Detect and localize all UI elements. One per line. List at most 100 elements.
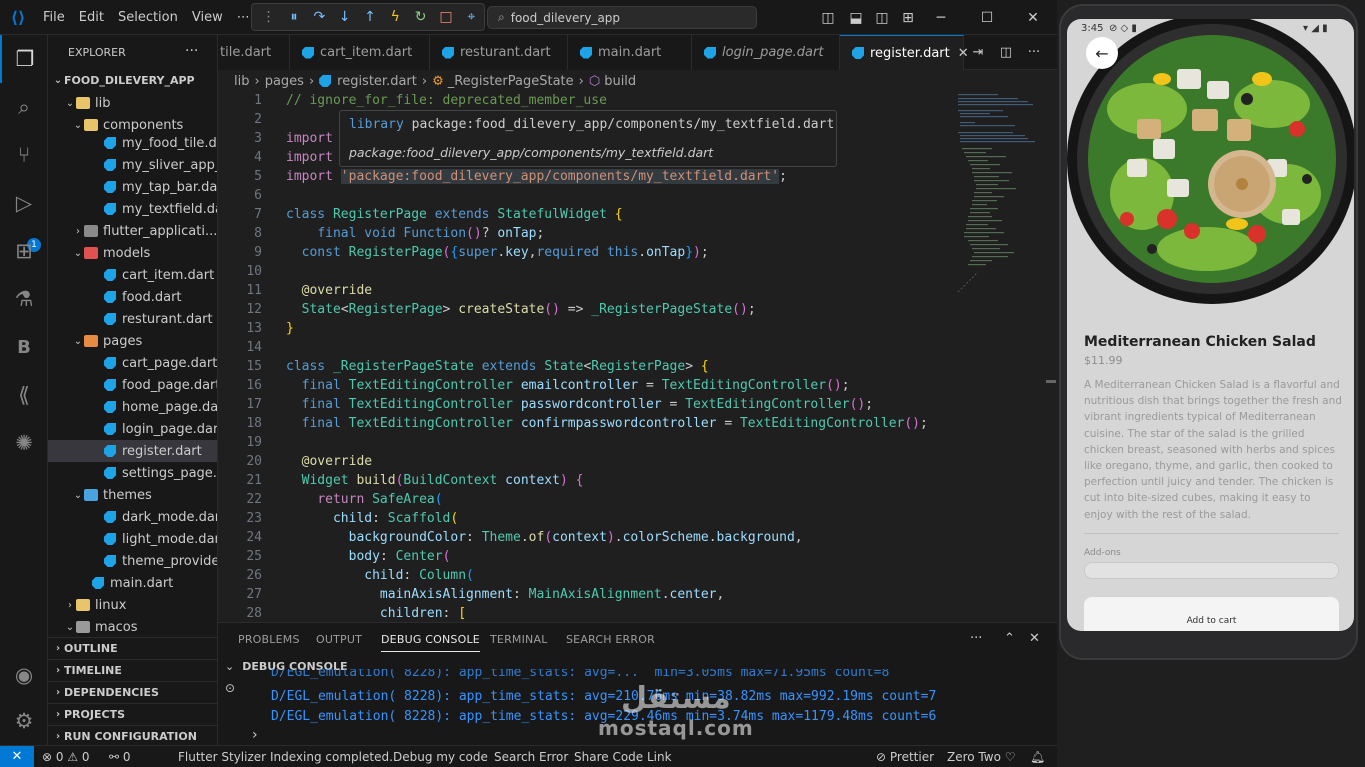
tree-file-selected[interactable]: register.dart xyxy=(48,440,217,462)
menu-file[interactable]: File xyxy=(36,10,72,25)
prettier-status[interactable]: ⊘ Prettier xyxy=(876,750,934,764)
account-icon[interactable]: ◉ xyxy=(0,651,48,699)
open-changes-icon[interactable]: ⇥ xyxy=(964,35,992,69)
split-editor-icon[interactable]: ◫ xyxy=(992,35,1020,69)
editor-more-icon[interactable]: ··· xyxy=(1020,35,1048,69)
section-projects[interactable]: › PROJECTS xyxy=(48,703,217,725)
flutter-icon[interactable]: ⟪ xyxy=(0,371,48,419)
settings-gear-icon[interactable]: ⚙ xyxy=(0,697,48,745)
tree-file[interactable]: my_textfield.dart xyxy=(48,198,217,220)
stop-icon[interactable]: □ xyxy=(433,9,458,25)
tab-terminal[interactable]: TERMINAL xyxy=(490,633,548,646)
scrollbar-thumb[interactable] xyxy=(1046,380,1056,383)
search-icon[interactable]: ⌕ xyxy=(0,83,48,131)
ports-count[interactable]: ⚯ 0 xyxy=(109,750,131,764)
remote-indicator[interactable]: ✕ xyxy=(0,746,34,767)
tree-file[interactable]: cart_page.dart xyxy=(48,352,217,374)
tab-main[interactable]: main.dart xyxy=(568,35,692,70)
tab-cart-item[interactable]: cart_item.dart xyxy=(290,35,430,70)
add-to-cart-button[interactable]: Add to cart xyxy=(1084,597,1339,631)
minimap[interactable] xyxy=(948,92,1048,622)
tree-file[interactable]: settings_page.... xyxy=(48,462,217,484)
tree-folder-linux[interactable]: › linux xyxy=(48,594,217,616)
pause-icon[interactable]: ⏸ xyxy=(281,9,306,25)
status-flutter-stylizer[interactable]: Flutter Stylizer xyxy=(178,750,266,764)
notifications-bell-icon[interactable]: 🔔︎ xyxy=(1030,750,1045,764)
testing-icon[interactable]: ⚗ xyxy=(0,275,48,323)
status-debug-my-code[interactable]: Debug my code xyxy=(393,750,488,764)
tab-login-page[interactable]: login_page.dart xyxy=(692,35,840,70)
tree-file[interactable]: dark_mode.dart xyxy=(48,506,217,528)
status-share-code[interactable]: Share Code Link xyxy=(574,750,672,764)
tree-file[interactable]: food_page.dart xyxy=(48,374,217,396)
bookmark-b-icon[interactable]: B xyxy=(0,323,48,371)
tree-file[interactable]: my_tap_bar.dart xyxy=(48,176,217,198)
code-editor[interactable]: 1 2 3 4 5 6 7 8 9 10 11 12 13 14 15 16 17 18 19 20 21 22 23 24 2… xyxy=(218,92,1057,622)
tree-file[interactable]: light_mode.dart xyxy=(48,528,217,550)
tree-folder-pages[interactable]: ⌄ pages xyxy=(48,330,217,352)
step-out-icon[interactable]: ↑ xyxy=(357,9,382,25)
maximize-button[interactable]: ☐ xyxy=(964,0,1010,35)
tree-file[interactable]: main.dart xyxy=(48,572,217,594)
drag-handle-icon[interactable]: ⋮ xyxy=(256,9,281,25)
tab-search-error[interactable]: SEARCH ERROR xyxy=(566,633,655,646)
source-control-icon[interactable]: ⑂ xyxy=(0,131,48,179)
tab-register[interactable]: register.dart ✕ xyxy=(840,35,969,70)
tree-file[interactable]: home_page.dart xyxy=(48,396,217,418)
tab-tile[interactable]: tile.dart xyxy=(218,35,290,70)
breadcrumb-file[interactable]: register.dart xyxy=(337,74,417,89)
tree-file[interactable]: my_sliver_app_... xyxy=(48,154,217,176)
tree-file[interactable]: resturant.dart xyxy=(48,308,217,330)
tree-folder-lib[interactable]: ⌄ lib xyxy=(48,92,217,114)
status-search-error[interactable]: Search Error xyxy=(494,750,568,764)
tree-file[interactable]: login_page.dart xyxy=(48,418,217,440)
tree-folder-flutter[interactable]: › flutter_applicati... xyxy=(48,220,217,242)
breadcrumb-pages[interactable]: pages xyxy=(265,74,304,89)
inspect-icon[interactable]: ⌖ xyxy=(459,9,484,25)
chatgpt-icon[interactable]: ✺ xyxy=(0,419,48,467)
tree-file[interactable]: my_food_tile.d... xyxy=(48,132,217,154)
step-over-icon[interactable]: ↷ xyxy=(307,9,332,25)
explorer-root[interactable]: ⌄ FOOD_DILEVERY_APP xyxy=(48,69,217,91)
breadcrumb-class[interactable]: _RegisterPageState xyxy=(448,74,574,89)
minimize-button[interactable]: ─ xyxy=(918,0,964,35)
tab-problems[interactable]: PROBLEMS xyxy=(238,633,300,646)
section-run-configuration[interactable]: › RUN CONFIGURATION xyxy=(48,725,217,745)
pin-icon[interactable]: ⊙ xyxy=(225,681,235,695)
menu-selection[interactable]: Selection xyxy=(111,10,185,25)
menu-view[interactable]: View xyxy=(185,10,230,25)
maximize-panel-icon[interactable]: ⌃ xyxy=(1004,631,1015,646)
addons-list[interactable] xyxy=(1084,562,1339,579)
breadcrumb-method[interactable]: build xyxy=(604,74,636,89)
status-indexing[interactable]: Indexing completed. xyxy=(270,750,393,764)
hot-reload-icon[interactable]: ϟ xyxy=(383,9,408,25)
section-dependencies[interactable]: › DEPENDENCIES xyxy=(48,681,217,703)
extensions-icon[interactable]: ⊞ xyxy=(0,227,48,275)
tree-folder-macos[interactable]: ⌄ macos xyxy=(48,616,217,638)
tree-file[interactable]: food.dart xyxy=(48,286,217,308)
run-debug-icon[interactable]: ▷ xyxy=(0,179,48,227)
close-button[interactable]: ✕ xyxy=(1010,0,1056,35)
tree-file[interactable]: cart_item.dart xyxy=(48,264,217,286)
tree-file[interactable]: theme_provide... xyxy=(48,550,217,572)
close-panel-icon[interactable]: ✕ xyxy=(1029,631,1040,646)
explorer-more-button[interactable]: ··· xyxy=(185,43,198,59)
console-input-prompt[interactable]: › xyxy=(252,727,258,743)
section-timeline[interactable]: › TIMELINE xyxy=(48,659,217,681)
step-into-icon[interactable]: ↓ xyxy=(332,9,357,25)
theme-status[interactable]: Zero Two ♡ xyxy=(947,750,1016,764)
tree-folder-themes[interactable]: ⌄ themes xyxy=(48,484,217,506)
tab-resturant[interactable]: resturant.dart xyxy=(430,35,568,70)
tab-output[interactable]: OUTPUT xyxy=(316,633,362,646)
menu-edit[interactable]: Edit xyxy=(72,10,111,25)
command-center-search[interactable]: ⌕ food_dilevery_app xyxy=(487,6,757,29)
restart-icon[interactable]: ↻ xyxy=(408,9,433,25)
explorer-icon[interactable]: ❐ xyxy=(0,35,48,83)
tab-debug-console[interactable]: DEBUG CONSOLE xyxy=(381,633,480,652)
breadcrumb-lib[interactable]: lib xyxy=(234,74,249,89)
panel-more-icon[interactable]: ··· xyxy=(970,631,982,646)
problems-count[interactable]: ⊗ 0 ⚠ 0 xyxy=(42,750,90,764)
tree-folder-models[interactable]: ⌄ models xyxy=(48,242,217,264)
back-button[interactable]: ← xyxy=(1086,37,1118,69)
section-outline[interactable]: › OUTLINE xyxy=(48,637,217,659)
